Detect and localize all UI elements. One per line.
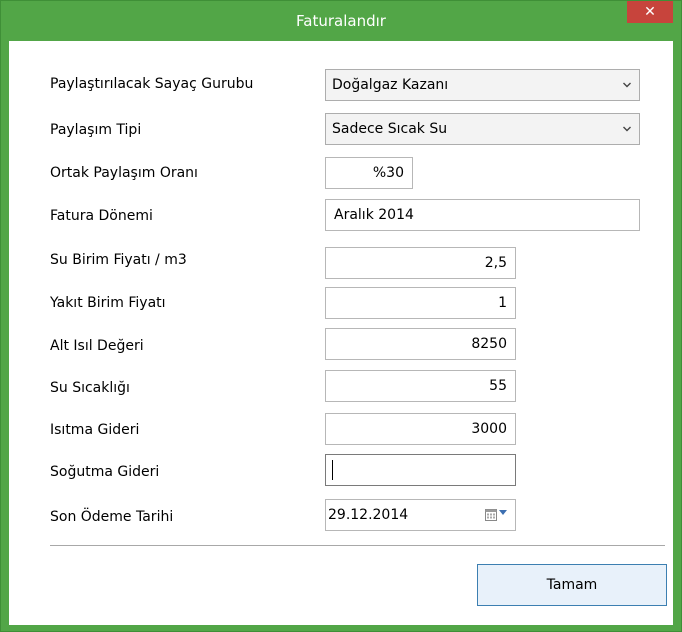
son-odeme-tarihi-datepicker[interactable]: 29.12.2014 (325, 499, 516, 531)
ortak-oran-input[interactable]: %30 (325, 157, 413, 189)
paylasim-tipi-select[interactable]: Sadece Sıcak Su (325, 113, 640, 145)
chevron-down-icon (623, 82, 631, 88)
label-isitma-gideri: Isıtma Gideri (50, 422, 140, 438)
close-icon: ✕ (644, 4, 656, 20)
isitma-gideri-input[interactable]: 3000 (325, 413, 516, 445)
window-title: Faturalandır (296, 12, 386, 30)
son-odeme-tarihi-value: 29.12.2014 (328, 507, 409, 523)
su-birim-fiyati-input[interactable]: 2,5 (325, 247, 516, 279)
label-paylasim-tipi: Paylaşım Tipi (50, 122, 142, 138)
fatura-donemi-input[interactable]: Aralık 2014 (325, 199, 640, 231)
title-bar[interactable]: Faturalandır ✕ (1, 1, 681, 41)
label-sayac-gurubu: Paylaştırılacak Sayaç Gurubu (50, 76, 254, 92)
sayac-gurubu-value: Doğalgaz Kazanı (332, 77, 449, 93)
ok-button[interactable]: Tamam (477, 564, 667, 606)
separator (50, 545, 665, 546)
chevron-down-icon (623, 126, 631, 132)
label-sogutma-gideri: Soğutma Gideri (50, 464, 160, 480)
yakit-birim-fiyati-input[interactable]: 1 (325, 287, 516, 319)
label-yakit-birim-fiyati: Yakıt Birim Fiyatı (50, 295, 166, 311)
close-button[interactable]: ✕ (627, 1, 673, 23)
su-sicakligi-input[interactable]: 55 (325, 370, 516, 402)
dialog-window: Faturalandır ✕ Paylaştırılacak Sayaç Gur… (0, 0, 682, 632)
label-fatura-donemi: Fatura Dönemi (50, 208, 153, 224)
sogutma-gideri-input[interactable] (325, 454, 516, 486)
dialog-body: Paylaştırılacak Sayaç Gurubu Doğalgaz Ka… (9, 41, 673, 625)
dropdown-arrow-icon[interactable] (499, 510, 507, 516)
calendar-icon[interactable] (485, 508, 497, 521)
label-ortak-oran: Ortak Paylaşım Oranı (50, 165, 198, 181)
label-son-odeme-tarihi: Son Ödeme Tarihi (50, 509, 174, 525)
text-caret (332, 460, 333, 480)
label-su-sicakligi: Su Sıcaklığı (50, 380, 130, 396)
alt-isil-degeri-input[interactable]: 8250 (325, 328, 516, 360)
label-su-birim-fiyati: Su Birim Fiyatı / m3 (50, 252, 187, 268)
sayac-gurubu-select[interactable]: Doğalgaz Kazanı (325, 69, 640, 101)
paylasim-tipi-value: Sadece Sıcak Su (332, 121, 448, 137)
label-alt-isil-degeri: Alt Isıl Değeri (50, 338, 144, 354)
